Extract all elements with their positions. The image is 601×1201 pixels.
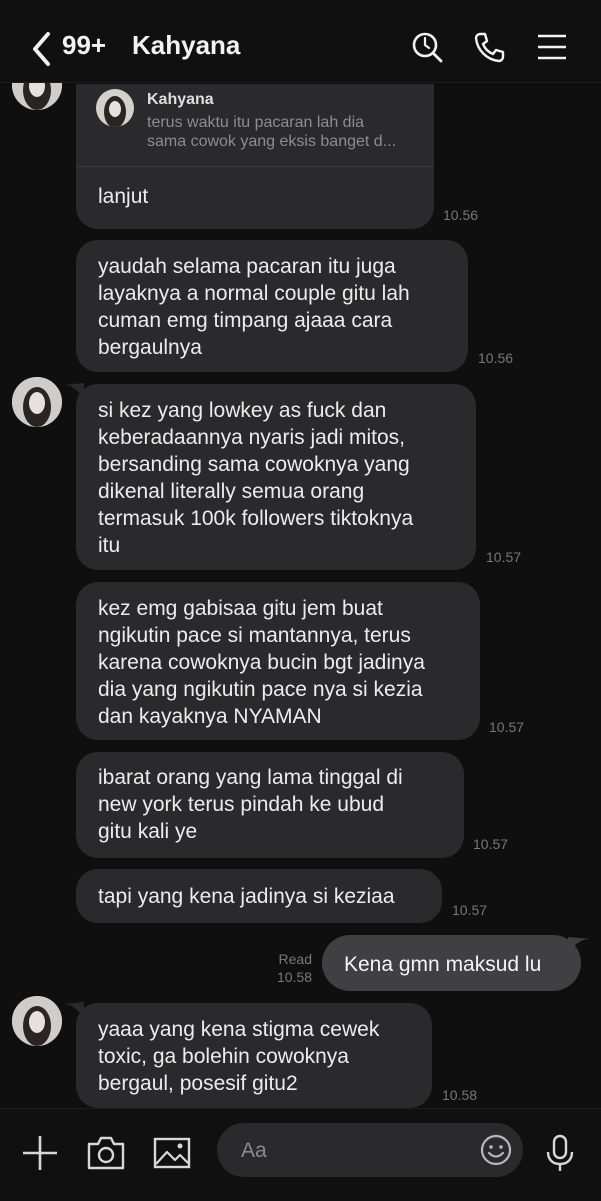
bubble-tail bbox=[568, 937, 590, 953]
message-text: cuman emg timpang ajaaa cara bbox=[98, 309, 393, 332]
message-text: keberadaannya nyaris jadi mitos, bbox=[98, 426, 406, 449]
message-text: gitu kali ye bbox=[98, 820, 198, 843]
message-time: 10.57 bbox=[452, 902, 488, 918]
plus-icon[interactable] bbox=[20, 1133, 60, 1173]
camera-icon[interactable] bbox=[86, 1133, 126, 1173]
message-text: toxic, ga bolehin cowoknya bbox=[98, 1045, 349, 1068]
quoted-avatar bbox=[96, 89, 134, 127]
message-text: bergaul, posesif gitu2 bbox=[98, 1072, 298, 1095]
message-time: 10.57 bbox=[489, 719, 525, 735]
message-text: layaknya a normal couple gitu lah bbox=[98, 282, 410, 305]
chevron-left-icon[interactable] bbox=[28, 30, 56, 68]
microphone-icon[interactable] bbox=[540, 1133, 580, 1173]
message-text: ibarat orang yang lama tinggal di bbox=[98, 766, 403, 789]
read-receipt: Read bbox=[278, 951, 312, 967]
reply-divider bbox=[76, 166, 434, 167]
message-text: lanjut bbox=[98, 185, 149, 208]
message-text: dan kayaknya NYAMAN bbox=[98, 705, 322, 728]
message-text: karena cowoknya bucin bgt jadinya bbox=[98, 651, 425, 674]
message-bubble[interactable]: tapi yang kena jadinya si keziaa bbox=[76, 869, 442, 923]
message-text: bersanding sama cowoknya yang bbox=[98, 453, 410, 476]
quoted-sender: Kahyana bbox=[147, 91, 214, 108]
message-text: Kena gmn maksud lu bbox=[344, 953, 542, 976]
message-time: 10.58 bbox=[276, 969, 312, 985]
message-text: yaudah selama pacaran itu juga bbox=[98, 255, 396, 278]
message-time: 10.58 bbox=[442, 1087, 478, 1103]
avatar[interactable] bbox=[12, 996, 62, 1046]
menu-icon[interactable] bbox=[535, 30, 569, 64]
message-text: termasuk 100k followers tiktoknya bbox=[98, 507, 414, 530]
message-time: 10.56 bbox=[478, 350, 514, 366]
image-icon[interactable] bbox=[152, 1133, 192, 1173]
message-text: si kez yang lowkey as fuck dan bbox=[98, 399, 387, 422]
avatar[interactable] bbox=[12, 377, 62, 427]
message-text: tapi yang kena jadinya si keziaa bbox=[98, 885, 395, 908]
message-text: yaaa yang kena stigma cewek bbox=[98, 1018, 380, 1041]
unread-count[interactable]: 99+ bbox=[62, 30, 106, 61]
sent-message-bubble[interactable]: Kena gmn maksud lu bbox=[322, 935, 581, 991]
quoted-text-line: terus waktu itu pacaran lah dia bbox=[147, 114, 365, 131]
message-text: bergaulnya bbox=[98, 336, 202, 359]
message-time: 10.57 bbox=[486, 549, 522, 565]
message-text: ngikutin pace si mantannya, terus bbox=[98, 624, 411, 647]
message-bubble[interactable]: yaudah selama pacaran itu juga layaknya … bbox=[76, 240, 468, 372]
message-bubble[interactable]: kez emg gabisaa gitu jem buat ngikutin p… bbox=[76, 582, 480, 740]
message-text: new york terus pindah ke ubud bbox=[98, 793, 385, 816]
message-text: kez emg gabisaa gitu jem buat bbox=[98, 597, 383, 620]
message-time: 10.57 bbox=[473, 836, 509, 852]
chat-header: 99+ Kahyana bbox=[0, 0, 601, 83]
phone-icon[interactable] bbox=[473, 30, 507, 64]
quoted-text-line: sama cowok yang eksis banget d... bbox=[147, 133, 397, 150]
search-icon[interactable] bbox=[410, 30, 444, 64]
contact-name[interactable]: Kahyana bbox=[132, 30, 240, 61]
message-text: dia yang ngikutin pace nya si kezia bbox=[98, 678, 423, 701]
message-bubble[interactable]: si kez yang lowkey as fuck dan keberadaa… bbox=[76, 384, 476, 570]
message-input[interactable]: Aa bbox=[217, 1123, 523, 1177]
emoji-icon[interactable] bbox=[479, 1133, 513, 1167]
message-bubble[interactable]: ibarat orang yang lama tinggal di new yo… bbox=[76, 752, 464, 858]
message-text: dikenal literally semua orang bbox=[98, 480, 365, 503]
input-placeholder: Aa bbox=[241, 1139, 267, 1162]
message-bubble[interactable]: yaaa yang kena stigma cewek toxic, ga bo… bbox=[76, 1003, 432, 1108]
message-text: itu bbox=[98, 534, 121, 557]
message-time: 10.56 bbox=[443, 207, 479, 223]
